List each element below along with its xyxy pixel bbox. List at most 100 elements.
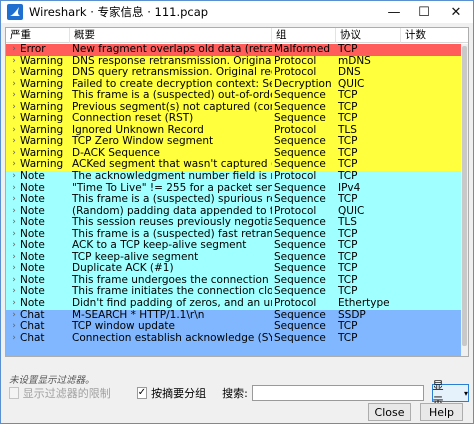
title-bar[interactable]: Wireshark · 专家信息 · 111.pcap — ☐ ✕ xyxy=(1,1,473,23)
summary-cell: ACKed segment that wasn't captured (comm… xyxy=(72,159,272,171)
protocol-cell: SSDP xyxy=(338,309,366,321)
chevron-right-icon[interactable]: › xyxy=(8,206,20,218)
table-row[interactable]: ›Note(Random) padding data appended to t… xyxy=(6,205,461,218)
chevron-right-icon[interactable]: › xyxy=(8,113,20,125)
column-header-protocol[interactable]: 协议 xyxy=(336,28,401,43)
chevron-right-icon[interactable]: › xyxy=(8,136,20,148)
severity-cell: › Warning xyxy=(6,102,70,114)
maximize-button[interactable]: ☐ xyxy=(409,1,439,23)
chevron-right-icon[interactable]: › xyxy=(8,252,20,264)
table-row[interactable]: › Note ACK to a TCP keep-alive segment Sequ… xyxy=(6,240,461,252)
chevron-right-icon[interactable]: › xyxy=(8,194,20,206)
table-row[interactable]: › Warning ACKed segment that wasn't captur… xyxy=(6,159,461,172)
table-row[interactable]: › Note The acknowledgment number field is … xyxy=(6,171,461,183)
summary-cell: M-SEARCH * HTTP/1.1\r\n xyxy=(72,309,205,321)
column-header-severity[interactable]: 严重 xyxy=(6,28,70,43)
vertical-scrollbar[interactable] xyxy=(461,44,468,356)
group-cell: Sequence xyxy=(274,274,326,286)
table-row[interactable]: › Warning D-ACK Sequence Sequence TCP xyxy=(6,147,461,160)
severity-label: Note xyxy=(20,194,45,206)
chevron-right-icon[interactable]: › xyxy=(8,148,20,160)
table-row[interactable]: › Note Duplicate ACK (#1) Sequence TCP xyxy=(6,263,461,275)
help-button[interactable]: Help xyxy=(420,403,463,421)
severity-cell: › Warning xyxy=(6,159,70,171)
table-row[interactable]: › Warning TCP Zero Window segment Sequence T… xyxy=(6,136,461,148)
column-header-group[interactable]: 组 xyxy=(272,28,336,43)
table-row[interactable]: › Warning This frame is a (suspected) out-… xyxy=(6,90,461,102)
column-header-count[interactable]: 计数 xyxy=(401,28,468,43)
table-row[interactable] xyxy=(6,344,461,356)
summary-cell: This frame is a (suspected) spurious ret… xyxy=(72,194,272,206)
chevron-right-icon[interactable]: › xyxy=(8,217,20,229)
table-row[interactable]: › Note This frame initiates the connection… xyxy=(6,286,461,299)
table-row[interactable]: › Warning Ignored Unknown Record Protocol TL… xyxy=(6,124,461,137)
table-row[interactable]: › Warning Connection reset (RST) Sequence TC… xyxy=(6,113,461,125)
protocol-cell: DNS xyxy=(338,67,361,79)
group-cell: Decryption xyxy=(274,78,332,90)
table-row[interactable]: › Note This frame is a (suspected) fast re… xyxy=(6,228,461,241)
severity-label: Note xyxy=(20,182,45,194)
search-input[interactable] xyxy=(251,385,424,401)
table-row[interactable]: › Warning Previous segment(s) not captured… xyxy=(6,101,461,114)
table-row[interactable]: › Chat M-SEARCH * HTTP/1.1\r\n Sequence SSDP xyxy=(6,309,461,322)
chevron-right-icon[interactable]: › xyxy=(8,275,20,287)
protocol-cell: TLS xyxy=(338,124,357,136)
chevron-right-icon[interactable]: › xyxy=(8,321,20,333)
chevron-right-icon[interactable]: › xyxy=(8,67,20,79)
chevron-right-icon[interactable]: › xyxy=(8,298,20,310)
chevron-right-icon[interactable]: › xyxy=(8,79,20,91)
table-row[interactable]: › Note "Time To Live" != 255 for a packet … xyxy=(6,182,461,195)
chevron-right-icon[interactable]: › xyxy=(8,125,20,137)
table-row[interactable]: › Note This session reuses previously nego… xyxy=(6,217,461,229)
severity-label: Warning xyxy=(20,78,64,90)
protocol-cell: TCP xyxy=(338,263,358,275)
table-row[interactable]: › Note Didn't find padding of zeros, and a… xyxy=(6,298,461,310)
severity-cell: › Note xyxy=(6,286,70,298)
chevron-right-icon[interactable]: › xyxy=(8,102,20,114)
minimize-button[interactable]: — xyxy=(379,1,409,23)
table-row[interactable]: › Chat TCP window update Sequence TCP xyxy=(6,321,461,333)
table-row[interactable]: › Note This frame is a (suspected) spuriou… xyxy=(6,194,461,206)
table-row[interactable]: › Warning DNS query retransmission. Origin… xyxy=(6,67,461,79)
table-row[interactable]: › Note This frame undergoes the connection… xyxy=(6,274,461,287)
protocol-cell: TCP xyxy=(338,240,358,252)
chevron-right-icon[interactable]: › xyxy=(8,286,20,298)
limit-to-display-filter-checkbox[interactable] xyxy=(9,387,19,399)
severity-label: Note xyxy=(20,274,45,286)
protocol-cell: TCP xyxy=(338,274,358,286)
expert-info-window: Wireshark · 专家信息 · 111.pcap — ☐ ✕ 严重 概要 … xyxy=(0,0,474,424)
summary-cell: DNS query retransmission. Original reque… xyxy=(72,67,272,79)
severity-cell: › Note xyxy=(6,171,70,183)
group-by-summary-checkbox[interactable]: ✓ xyxy=(136,387,148,399)
chevron-right-icon[interactable]: › xyxy=(8,44,20,56)
chevron-right-icon[interactable]: › xyxy=(8,229,20,241)
chevron-right-icon[interactable]: › xyxy=(8,240,20,252)
chevron-right-icon[interactable]: › xyxy=(8,183,20,195)
table-row[interactable]: › Note TCP keep-alive segment Sequence TCP xyxy=(6,251,461,264)
close-window-button[interactable]: ✕ xyxy=(439,1,473,23)
protocol-cell: TCP xyxy=(338,44,358,55)
scrollbar-thumb[interactable] xyxy=(462,46,467,346)
close-button[interactable]: Close xyxy=(368,403,411,421)
severity-label: Warning xyxy=(20,159,64,171)
chevron-right-icon[interactable]: › xyxy=(8,333,20,345)
show-menu-button[interactable]: 显示... ▾ xyxy=(431,379,470,408)
group-cell: Sequence xyxy=(274,147,326,159)
severity-label: Warning xyxy=(20,147,64,159)
chevron-right-icon[interactable]: › xyxy=(8,310,20,322)
table-row[interactable]: › Chat Connection establish acknowledge (S… xyxy=(6,332,461,345)
table-row[interactable]: › Warning DNS response retransmission. Ori… xyxy=(6,55,461,68)
chevron-right-icon[interactable]: › xyxy=(8,90,20,102)
chevron-right-icon[interactable]: › xyxy=(8,159,20,171)
severity-label: Note xyxy=(20,298,45,310)
table-row[interactable]: › Warning Failed to create decryption cont… xyxy=(6,78,461,91)
severity-cell: › Warning xyxy=(6,90,70,102)
severity-label: Chat xyxy=(20,309,45,321)
chevron-right-icon[interactable]: › xyxy=(8,171,20,183)
chevron-right-icon[interactable]: › xyxy=(8,263,20,275)
column-header-summary[interactable]: 概要 xyxy=(70,28,272,43)
summary-cell: (Random) padding data appended to the da… xyxy=(72,205,272,217)
severity-label: Chat xyxy=(20,321,45,333)
table-row[interactable]: › Error New fragment overlaps old data (re… xyxy=(6,44,461,56)
chevron-right-icon[interactable]: › xyxy=(8,56,20,68)
